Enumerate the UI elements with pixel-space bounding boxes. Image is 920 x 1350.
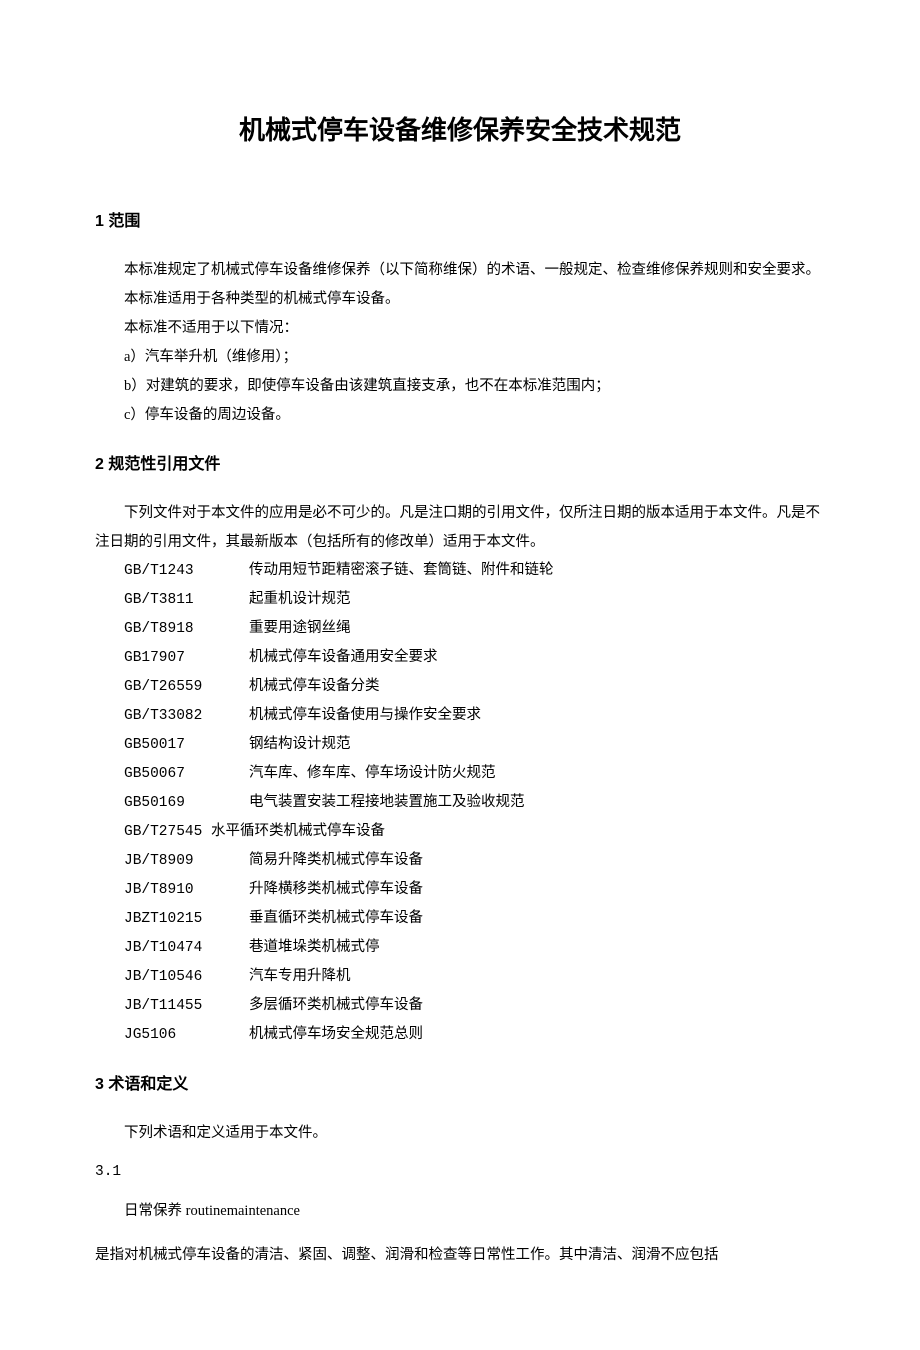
ref-row: GB/T1243传动用短节距精密滚子链、套筒链、附件和链轮 <box>124 557 825 586</box>
ref-code: GB50067 <box>124 760 249 789</box>
ref-title: 升降横移类机械式停车设备 <box>249 876 423 905</box>
ref-code: GB/T8918 <box>124 615 249 644</box>
section-1-heading: 1 范围 <box>95 207 825 231</box>
s2-intro: 下列文件对于本文件的应用是必不可少的。凡是注口期的引用文件，仅所注日期的版本适用… <box>95 499 825 557</box>
ref-row: JB/T8910升降横移类机械式停车设备 <box>124 876 825 905</box>
document-title: 机械式停车设备维修保养安全技术规范 <box>95 110 825 147</box>
ref-row: JBZT10215垂直循环类机械式停车设备 <box>124 905 825 934</box>
ref-row: JB/T10546汽车专用升降机 <box>124 963 825 992</box>
ref-code: JB/T8910 <box>124 876 249 905</box>
ref-title: 钢结构设计规范 <box>249 731 351 760</box>
ref-row: GB/T26559机械式停车设备分类 <box>124 673 825 702</box>
ref-title: 汽车库、修车库、停车场设计防火规范 <box>249 760 496 789</box>
ref-code: GB50017 <box>124 731 249 760</box>
ref-row: GB50017钢结构设计规范 <box>124 731 825 760</box>
ref-code: GB/T1243 <box>124 557 249 586</box>
s1-item-b: b）对建筑的要求，即使停车设备由该建筑直接支承，也不在本标准范围内； <box>95 372 825 401</box>
s1-p1: 本标准规定了机械式停车设备维修保养（以下简称维保）的术语、一般规定、检查维修保养… <box>95 256 825 285</box>
ref-code: JG5106 <box>124 1021 249 1050</box>
ref-title: 多层循环类机械式停车设备 <box>249 992 423 1021</box>
ref-row: JB/T11455多层循环类机械式停车设备 <box>124 992 825 1021</box>
ref-code: JB/T10474 <box>124 934 249 963</box>
ref-title: 电气装置安装工程接地装置施工及验收规范 <box>249 789 525 818</box>
s1-p2: 本标准适用于各种类型的机械式停车设备。 <box>95 285 825 314</box>
s1-item-a: a）汽车举升机（维修用）； <box>95 343 825 372</box>
ref-code: JBZT10215 <box>124 905 249 934</box>
ref-code: GB/T33082 <box>124 702 249 731</box>
section-2-heading: 2 规范性引用文件 <box>95 450 825 474</box>
ref-title: 垂直循环类机械式停车设备 <box>249 905 423 934</box>
ref-row: GB/T3811起重机设计规范 <box>124 586 825 615</box>
s1-p3: 本标准不适用于以下情况： <box>95 314 825 343</box>
ref-row: JB/T10474巷道堆垛类机械式停 <box>124 934 825 963</box>
ref-code: GB50169 <box>124 789 249 818</box>
ref-row: GB/T8918重要用途钢丝绳 <box>124 615 825 644</box>
ref-row: GB50169电气装置安装工程接地装置施工及验收规范 <box>124 789 825 818</box>
term-number-3-1: 3.1 <box>95 1158 825 1187</box>
ref-row-full: GB/T27545 水平循环类机械式停车设备 <box>124 818 825 847</box>
ref-row: JB/T8909简易升降类机械式停车设备 <box>124 847 825 876</box>
section-2-body: 下列文件对于本文件的应用是必不可少的。凡是注口期的引用文件，仅所注日期的版本适用… <box>95 499 825 1050</box>
ref-code: GB17907 <box>124 644 249 673</box>
ref-title: 传动用短节距精密滚子链、套筒链、附件和链轮 <box>249 557 554 586</box>
ref-row: GB50067汽车库、修车库、停车场设计防火规范 <box>124 760 825 789</box>
references-list-1: GB/T1243传动用短节距精密滚子链、套筒链、附件和链轮 GB/T3811起重… <box>124 557 825 1050</box>
ref-row: JG5106机械式停车场安全规范总则 <box>124 1021 825 1050</box>
ref-code: GB/T3811 <box>124 586 249 615</box>
term-3-1: 日常保养 routinemaintenance <box>95 1197 825 1226</box>
ref-title: 巷道堆垛类机械式停 <box>249 934 380 963</box>
ref-title: 汽车专用升降机 <box>249 963 351 992</box>
ref-title: 起重机设计规范 <box>249 586 351 615</box>
ref-row: GB17907机械式停车设备通用安全要求 <box>124 644 825 673</box>
definition-3-1: 是指对机械式停车设备的清洁、紧固、调整、润滑和检查等日常性工作。其中清洁、润滑不… <box>95 1241 825 1270</box>
ref-title: 机械式停车场安全规范总则 <box>249 1021 423 1050</box>
ref-title: 机械式停车设备使用与操作安全要求 <box>249 702 481 731</box>
section-3-heading: 3 术语和定义 <box>95 1070 825 1094</box>
ref-title: 重要用途钢丝绳 <box>249 615 351 644</box>
ref-title: 机械式停车设备分类 <box>249 673 380 702</box>
ref-title: 简易升降类机械式停车设备 <box>249 847 423 876</box>
ref-row: GB/T33082机械式停车设备使用与操作安全要求 <box>124 702 825 731</box>
s1-item-c: c）停车设备的周边设备。 <box>95 401 825 430</box>
ref-title: 机械式停车设备通用安全要求 <box>249 644 438 673</box>
ref-code: JB/T11455 <box>124 992 249 1021</box>
section-3-body: 下列术语和定义适用于本文件。 3.1 日常保养 routinemaintenan… <box>95 1119 825 1270</box>
ref-code: JB/T8909 <box>124 847 249 876</box>
ref-code: JB/T10546 <box>124 963 249 992</box>
section-1-body: 本标准规定了机械式停车设备维修保养（以下简称维保）的术语、一般规定、检查维修保养… <box>95 256 825 430</box>
ref-code: GB/T26559 <box>124 673 249 702</box>
s3-intro: 下列术语和定义适用于本文件。 <box>95 1119 825 1148</box>
